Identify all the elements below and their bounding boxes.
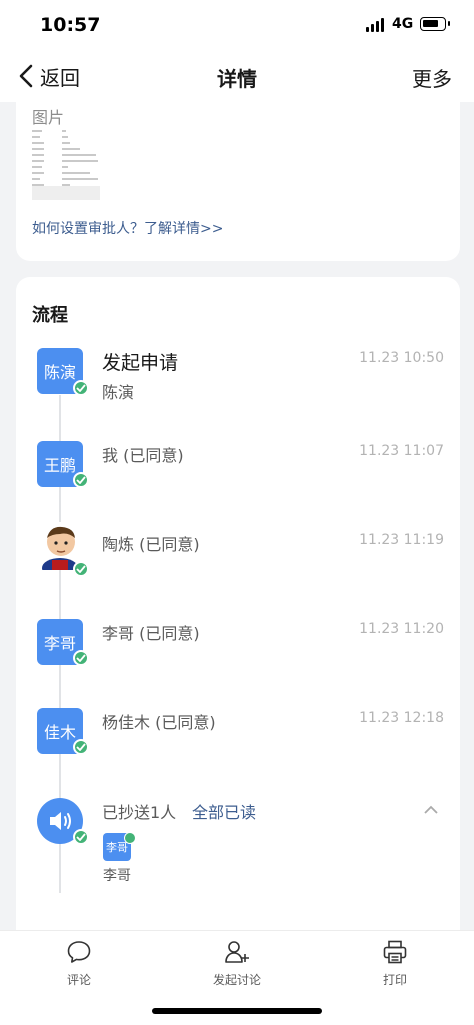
step-time: 11.23 11:07 (359, 443, 444, 459)
status-bar: 10:57 4G (0, 0, 474, 50)
chevron-up-icon[interactable] (424, 805, 438, 815)
flow-card: 流程 陈演 发起申请 陈演 11.23 10:50 王鹏 我 (已同意) 11.… (16, 277, 460, 937)
start-discussion-label: 发起讨论 (212, 973, 261, 987)
comment-icon (67, 941, 91, 963)
flow-title: 流程 (32, 305, 68, 326)
step-time: 11.23 11:19 (359, 532, 444, 548)
check-icon (73, 380, 89, 396)
add-user-icon (225, 941, 249, 963)
step-applicant: 陈演 (102, 383, 135, 402)
comment-label: 评论 (66, 973, 91, 987)
print-label: 打印 (382, 973, 407, 987)
nav-bar: 返回 详情 更多 (0, 50, 474, 102)
signal-icon (366, 18, 386, 32)
step-name: 杨佳木 (已同意) (102, 713, 216, 732)
print-button[interactable]: 打印 (335, 939, 455, 988)
cc-recipient-name: 李哥 (103, 868, 131, 884)
home-indicator (152, 1008, 322, 1014)
start-discussion-button[interactable]: 发起讨论 (177, 939, 297, 988)
cc-read-status: 全部已读 (192, 803, 257, 822)
check-icon (73, 561, 89, 577)
step-name: 陶炼 (已同意) (102, 535, 200, 554)
check-icon (73, 472, 89, 488)
step-time: 11.23 12:18 (359, 710, 444, 726)
network-label: 4G (392, 16, 414, 32)
step-name: 李哥 (已同意) (102, 624, 200, 643)
speaker-icon (50, 812, 71, 830)
page-title: 详情 (217, 67, 257, 91)
status-time: 10:57 (40, 14, 101, 36)
check-icon (73, 739, 89, 755)
help-link[interactable]: 如何设置审批人？了解详情>> (32, 218, 223, 238)
check-icon (73, 829, 89, 845)
attachment-card: 图片 如何设置审批人？了解详情>> (16, 96, 460, 261)
printer-icon (383, 940, 407, 964)
step-name: 我 (已同意) (102, 446, 184, 465)
comment-button[interactable]: 评论 (19, 939, 139, 988)
step-time: 11.23 10:50 (359, 350, 444, 366)
step-time: 11.23 11:20 (359, 621, 444, 637)
cc-label: 已抄送1人 (102, 803, 177, 822)
check-icon (73, 650, 89, 666)
battery-icon (420, 17, 450, 31)
thumbnail-caption-bar (32, 186, 100, 200)
more-button[interactable]: 更多 (412, 63, 452, 92)
attachment-label: 图片 (32, 108, 65, 127)
check-icon (124, 832, 136, 844)
step-name: 发起申请 (102, 352, 179, 374)
